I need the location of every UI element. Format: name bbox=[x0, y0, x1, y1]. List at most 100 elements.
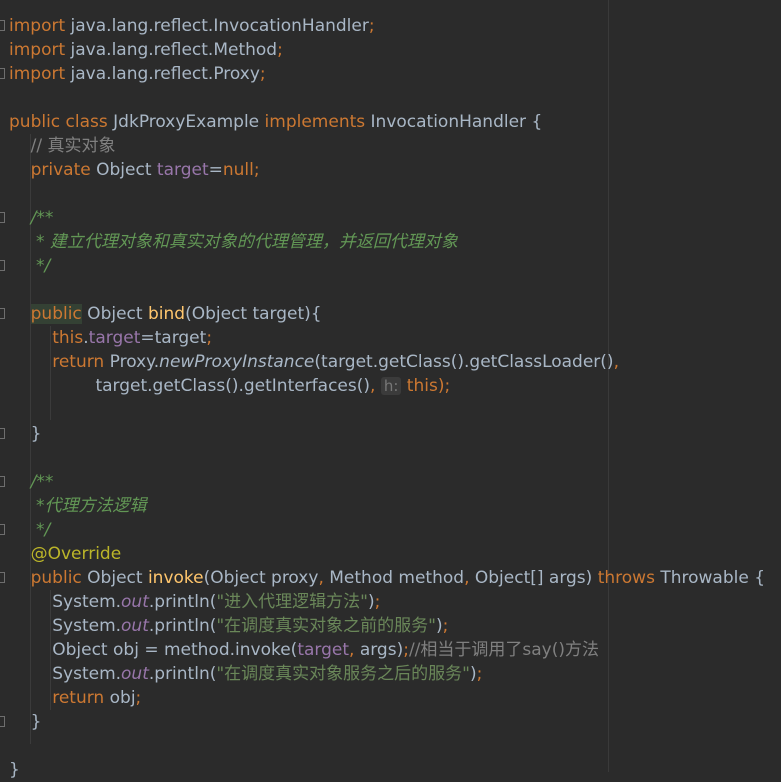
class-ref: System. bbox=[9, 616, 122, 636]
keyword: this bbox=[406, 376, 438, 396]
return-value: obj bbox=[104, 688, 136, 708]
code-line-15[interactable]: return Proxy.newProxyInstance(target.get… bbox=[9, 350, 619, 374]
right-margin-guide bbox=[608, 0, 609, 772]
code-line-13[interactable]: public Object bind(Object target){ bbox=[9, 302, 322, 326]
import-path: java.lang.reflect.Proxy bbox=[65, 64, 260, 84]
import-path: java.lang.reflect.InvocationHandler bbox=[65, 16, 369, 36]
string-literal: "在调度真实对象之前的服务" bbox=[216, 616, 436, 636]
fold-marker-icon[interactable] bbox=[0, 260, 5, 271]
semicolon: ; bbox=[368, 16, 375, 36]
fold-marker-icon[interactable] bbox=[0, 68, 5, 79]
code-line-10[interactable]: * 建立代理对象和真实对象的代理管理，并返回代理对象 bbox=[9, 230, 458, 254]
semicolon: ; bbox=[374, 592, 381, 612]
fold-marker-icon[interactable] bbox=[0, 20, 5, 31]
code-line-7[interactable]: private Object target=null; bbox=[9, 158, 260, 182]
code-line-14[interactable]: this.target=target; bbox=[9, 326, 212, 350]
fold-marker-icon[interactable] bbox=[0, 308, 5, 319]
code-line-6[interactable]: // 真实对象 bbox=[9, 134, 116, 158]
parameters: (Object target){ bbox=[185, 304, 322, 324]
code-line-16[interactable]: target.getClass().getInterfaces(), h: th… bbox=[9, 374, 450, 398]
code-line-30[interactable]: } bbox=[9, 710, 42, 734]
code-line-23[interactable]: @Override bbox=[9, 542, 122, 566]
code-line-3[interactable]: import java.lang.reflect.Proxy; bbox=[9, 62, 266, 86]
field-name: target bbox=[156, 160, 209, 180]
fold-marker-icon[interactable] bbox=[0, 716, 5, 727]
statement-end: ); bbox=[437, 376, 451, 396]
arguments: (target.getClass().getClassLoader() bbox=[314, 352, 614, 372]
keyword: null bbox=[222, 160, 254, 180]
keyword: import bbox=[9, 40, 66, 60]
static-field: out bbox=[121, 592, 149, 612]
class-ref: Proxy. bbox=[104, 352, 160, 372]
line-comment: //相当于调用了say()方法 bbox=[408, 640, 600, 660]
string-literal: "进入代理逻辑方法" bbox=[216, 592, 368, 612]
method-name: bind bbox=[147, 304, 186, 324]
arguments: target.getClass().getInterfaces() bbox=[9, 376, 371, 396]
code-line-22[interactable]: */ bbox=[9, 518, 50, 542]
code-line-25[interactable]: System.out.println("进入代理逻辑方法"); bbox=[9, 590, 380, 614]
code-line-2[interactable]: import java.lang.reflect.Method; bbox=[9, 38, 283, 62]
fold-marker-icon[interactable] bbox=[0, 212, 5, 223]
paren: ) bbox=[368, 592, 375, 612]
parameter: Method method bbox=[323, 568, 465, 588]
class-ref: System. bbox=[9, 592, 122, 612]
parameter: (Object proxy bbox=[203, 568, 319, 588]
keyword: import bbox=[9, 64, 66, 84]
class-name: JdkProxyExample bbox=[107, 112, 265, 132]
keyword: return bbox=[9, 352, 105, 372]
method-call: .println( bbox=[148, 592, 217, 612]
fold-marker-icon[interactable] bbox=[0, 428, 5, 439]
code-line-26[interactable]: System.out.println("在调度真实对象之前的服务"); bbox=[9, 614, 448, 638]
type-name: Object bbox=[90, 160, 157, 180]
comma: , bbox=[613, 352, 619, 372]
code-line-27[interactable]: Object obj = method.invoke(target, args)… bbox=[9, 638, 599, 662]
code-editor[interactable]: import java.lang.reflect.InvocationHandl… bbox=[0, 0, 781, 780]
paren: ) bbox=[436, 616, 443, 636]
static-field: out bbox=[121, 664, 149, 684]
semicolon: ; bbox=[277, 40, 283, 60]
keyword: return bbox=[9, 688, 105, 708]
keyword: throws bbox=[597, 568, 655, 588]
keyword-highlighted: public bbox=[30, 304, 82, 324]
fold-marker-icon[interactable] bbox=[0, 524, 5, 535]
semicolon: ; bbox=[442, 616, 449, 636]
code-line-24[interactable]: public Object invoke(Object proxy, Metho… bbox=[9, 566, 765, 590]
operator: = bbox=[208, 160, 223, 180]
fold-marker-icon[interactable] bbox=[0, 572, 5, 583]
code-line-5[interactable]: public class JdkProxyExample implements … bbox=[9, 110, 542, 134]
code-line-18[interactable]: } bbox=[9, 422, 42, 446]
method-call: .println( bbox=[148, 664, 217, 684]
keyword: implements bbox=[264, 112, 366, 132]
keyword: this bbox=[9, 328, 84, 348]
statement: Object obj = method.invoke( bbox=[9, 640, 298, 660]
interface-name: InvocationHandler { bbox=[365, 112, 543, 132]
code-line-20[interactable]: /** bbox=[9, 470, 54, 494]
assignment: =target bbox=[140, 328, 207, 348]
semicolon: ; bbox=[476, 664, 483, 684]
method-name: invoke bbox=[147, 568, 204, 588]
code-line-21[interactable]: *代理方法逻辑 bbox=[9, 494, 147, 518]
keyword: public class bbox=[9, 112, 108, 132]
fold-marker-icon[interactable] bbox=[0, 476, 5, 487]
parameter: Object[] args) bbox=[469, 568, 598, 588]
code-line-32[interactable]: } bbox=[9, 758, 20, 782]
import-path: java.lang.reflect.Method bbox=[65, 40, 278, 60]
code-line-9[interactable]: /** bbox=[9, 206, 54, 230]
semicolon: ; bbox=[259, 64, 266, 84]
arguments: args) bbox=[354, 640, 404, 660]
keyword: private bbox=[9, 160, 91, 180]
paren: ) bbox=[470, 664, 477, 684]
type-name: Object bbox=[81, 304, 148, 324]
string-literal: "在调度真实对象服务之后的服务" bbox=[216, 664, 470, 684]
code-line-29[interactable]: return obj; bbox=[9, 686, 141, 710]
code-line-28[interactable]: System.out.println("在调度真实对象服务之后的服务"); bbox=[9, 662, 482, 686]
keyword: import bbox=[9, 16, 66, 36]
static-field: out bbox=[121, 616, 149, 636]
code-line-11[interactable]: */ bbox=[9, 254, 50, 278]
method-call: .println( bbox=[148, 616, 217, 636]
keyword: public bbox=[9, 568, 82, 588]
semicolon: ; bbox=[253, 160, 260, 180]
code-line-1[interactable]: import java.lang.reflect.InvocationHandl… bbox=[9, 14, 375, 38]
exception-type: Throwable { bbox=[654, 568, 766, 588]
